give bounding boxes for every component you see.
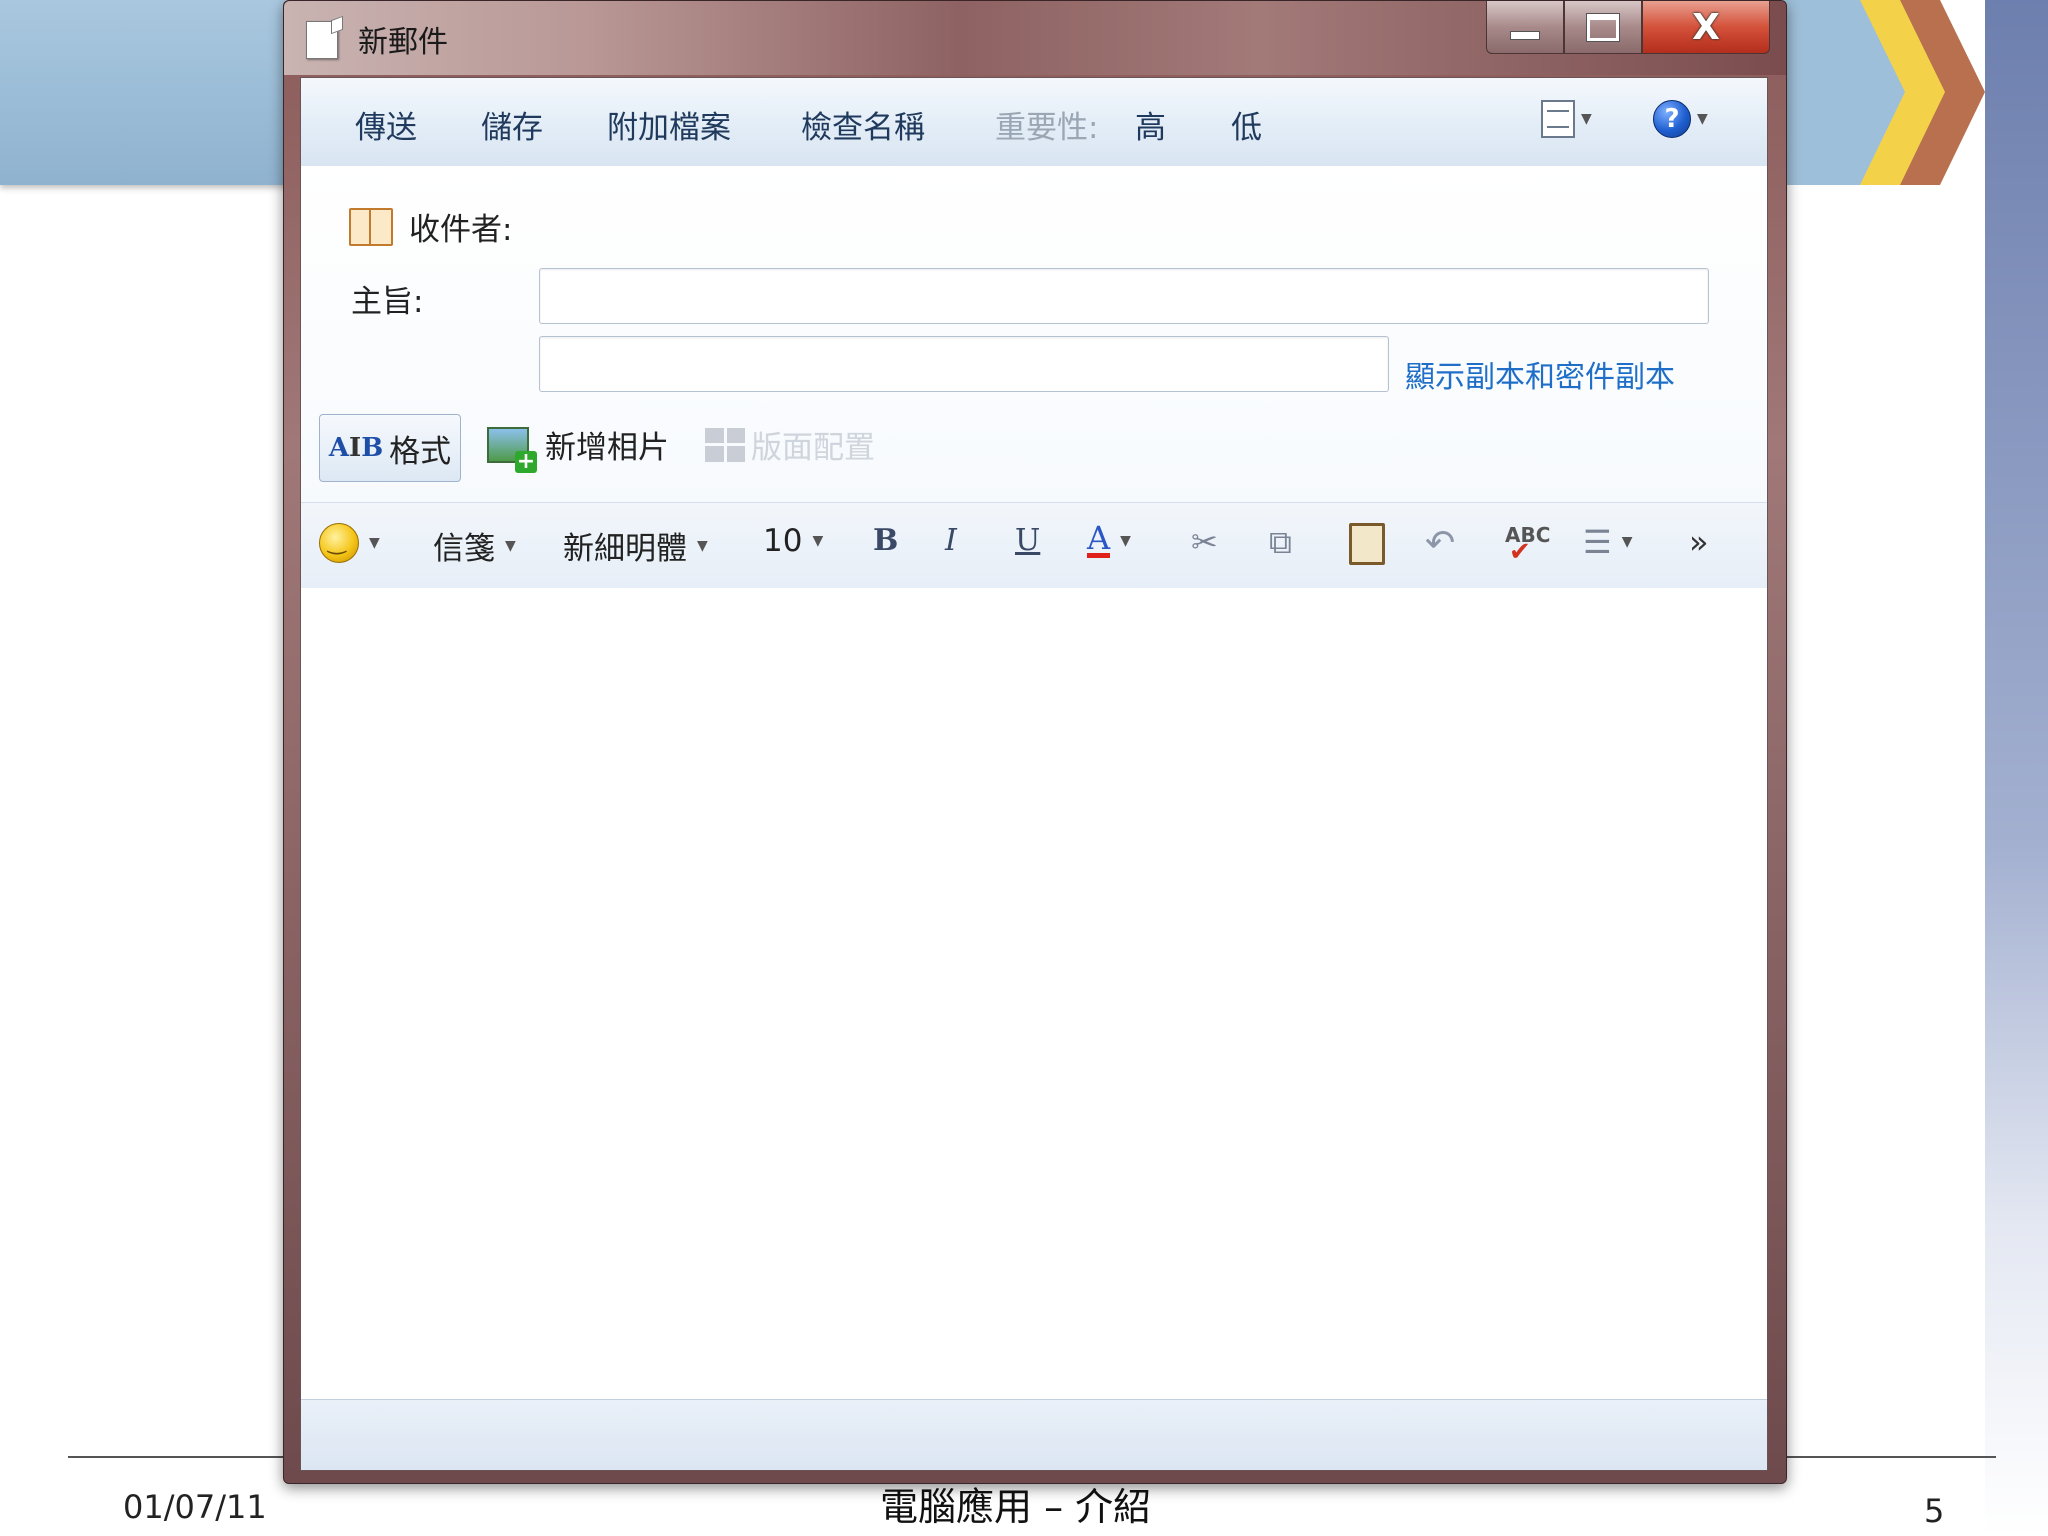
footer-title: 電腦應用 – 介紹 [880, 1485, 1152, 1529]
underline-icon: U [1015, 523, 1041, 558]
emoticon-button[interactable]: ▼ [319, 523, 380, 563]
bold-icon: B [873, 523, 899, 558]
slide-header-band [0, 0, 290, 185]
close-button[interactable]: X [1642, 1, 1770, 54]
italic-icon: I [945, 523, 957, 558]
slide-side-strip [1985, 0, 2048, 1536]
attach-file-button[interactable]: 附加檔案 [607, 102, 731, 147]
maximize-button[interactable] [1564, 1, 1642, 54]
menu-button[interactable]: ▼ [1541, 100, 1592, 138]
format-button[interactable]: AIB 格式 [319, 414, 461, 482]
chevron-down-icon: ▼ [697, 537, 708, 554]
importance-high-button[interactable]: 高 [1135, 102, 1166, 147]
status-bar [301, 1399, 1767, 1470]
chevron-down-icon: ▼ [812, 533, 824, 549]
copy-button[interactable]: ⧉ [1269, 523, 1292, 562]
message-header: 收件者: 主旨: 顯示副本和密件副本 AIB 格式 新增相片 版面配置 [301, 166, 1767, 502]
document-icon [306, 21, 338, 59]
importance-label: 重要性: [995, 110, 1099, 146]
footer-date: 01/07/11 [123, 1488, 267, 1526]
chevron-down-icon: ▼ [1581, 111, 1592, 127]
format-label: 格式 [389, 433, 452, 470]
smiley-icon [319, 523, 359, 563]
add-photo-button[interactable]: 新增相片 [487, 422, 669, 473]
to-label: 收件者: [409, 212, 513, 248]
list-button[interactable]: ☰ ▼ [1583, 523, 1632, 561]
help-icon: ? [1653, 100, 1691, 138]
paste-button[interactable] [1349, 523, 1385, 565]
chevron-down-icon: ▼ [1120, 532, 1131, 549]
layout-label: 版面配置 [751, 430, 875, 466]
italic-button[interactable]: I [945, 523, 957, 558]
spell-check-icon: ABC [1505, 523, 1550, 567]
copy-icon: ⧉ [1269, 523, 1292, 561]
format-text-icon: AIB [328, 433, 384, 463]
new-mail-window: 新郵件 X 傳送 儲存 附加檔案 檢查名稱 重要性: 高 低 ▼ ? ▼ 收件者… [283, 0, 1787, 1484]
stationery-dropdown[interactable]: 信箋 ▼ [433, 523, 516, 568]
more-tools-button[interactable]: » [1689, 523, 1709, 561]
check-names-button[interactable]: 檢查名稱 [801, 102, 925, 147]
add-photo-label: 新增相片 [545, 430, 669, 466]
mail-client-area: 傳送 儲存 附加檔案 檢查名稱 重要性: 高 低 ▼ ? ▼ 收件者: 主旨: … [300, 77, 1768, 1471]
address-book-icon[interactable] [349, 208, 393, 246]
formatting-toolbar: ▼ 信箋 ▼ 新細明體 ▼ 10 ▼ B I U [301, 502, 1767, 590]
chevron-double-right-icon: » [1689, 523, 1709, 561]
clipboard-icon [1349, 523, 1385, 565]
window-title: 新郵件 [358, 25, 448, 60]
save-button[interactable]: 儲存 [481, 102, 543, 147]
chevron-down-icon: ▼ [1697, 111, 1708, 127]
subject-field[interactable] [539, 336, 1389, 392]
footer-page-number: 5 [1924, 1492, 1945, 1530]
layout-button[interactable]: 版面配置 [705, 422, 875, 467]
font-dropdown[interactable]: 新細明體 ▼ [563, 523, 708, 568]
title-bar[interactable]: 新郵件 X [284, 1, 1786, 75]
undo-icon: ↶ [1425, 523, 1456, 564]
bold-button[interactable]: B [873, 523, 898, 558]
font-name-label: 新細明體 [563, 531, 687, 567]
message-body-editor[interactable] [301, 588, 1767, 1398]
minimize-icon [1510, 30, 1540, 40]
list-icon: ☰ [1583, 523, 1612, 561]
font-color-icon: A [1087, 519, 1111, 558]
send-button[interactable]: 傳送 [355, 102, 417, 147]
add-photo-icon [487, 426, 537, 473]
maximize-icon [1586, 12, 1620, 42]
layout-icon [705, 427, 745, 462]
subject-label: 主旨: [351, 284, 424, 320]
importance-low-button[interactable]: 低 [1231, 102, 1262, 147]
font-color-button[interactable]: A ▼ [1087, 519, 1131, 558]
help-button[interactable]: ? ▼ [1653, 100, 1708, 138]
font-size-label: 10 [763, 523, 803, 559]
chevron-down-icon: ▼ [505, 537, 516, 554]
to-field[interactable] [539, 268, 1709, 324]
show-cc-bcc-link[interactable]: 顯示副本和密件副本 [1405, 352, 1675, 396]
underline-button[interactable]: U [1015, 523, 1040, 558]
undo-button[interactable]: ↶ [1425, 523, 1455, 564]
scissors-icon: ✂ [1191, 523, 1218, 561]
minimize-button[interactable] [1486, 1, 1564, 54]
font-size-dropdown[interactable]: 10 ▼ [763, 523, 823, 559]
slide-chevrons [1780, 0, 1985, 185]
command-bar: 傳送 儲存 附加檔案 檢查名稱 重要性: 高 低 ▼ ? ▼ [301, 78, 1767, 167]
stationery-label: 信箋 [433, 531, 495, 567]
chevron-down-icon: ▼ [1621, 534, 1633, 550]
caption-buttons: X [1486, 1, 1770, 55]
spell-check-button[interactable]: ABC [1505, 523, 1550, 567]
cut-button[interactable]: ✂ [1191, 523, 1218, 561]
close-icon: X [1692, 6, 1720, 48]
menu-document-icon [1541, 100, 1575, 138]
chevron-down-icon: ▼ [369, 535, 380, 551]
